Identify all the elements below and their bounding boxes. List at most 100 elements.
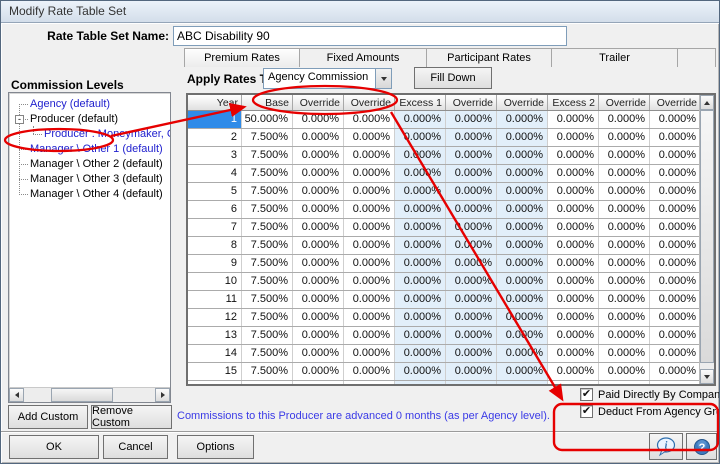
grid-cell[interactable]: 0.000% <box>599 237 650 254</box>
tree-item-manager-other-3-default[interactable]: Manager \ Other 3 (default) <box>13 172 170 187</box>
grid-cell[interactable]: 0.000% <box>497 345 548 362</box>
grid-cell[interactable]: 0.000% <box>599 147 650 164</box>
tab-trailer[interactable]: Trailer <box>552 49 678 67</box>
tab-fixed-amounts[interactable]: Fixed Amounts <box>300 49 427 67</box>
grid-cell[interactable]: 0.000% <box>650 363 699 380</box>
grid-cell[interactable]: 50.000% <box>242 111 293 128</box>
grid-cell[interactable]: 0.000% <box>395 219 446 236</box>
grid-cell[interactable]: 0.000% <box>650 201 699 218</box>
grid-cell[interactable]: 0.000% <box>599 165 650 182</box>
grid-year-cell[interactable]: 14 <box>188 345 242 362</box>
grid-cell[interactable]: 0.000% <box>293 255 344 272</box>
grid-year-cell[interactable]: 11 <box>188 291 242 308</box>
grid-cell[interactable]: 0.000% <box>344 363 395 380</box>
grid-cell[interactable]: 0.000% <box>599 255 650 272</box>
grid-cell[interactable]: 0.000% <box>497 309 548 326</box>
grid-cell[interactable]: 0.000% <box>497 111 548 128</box>
grid-cell[interactable]: 0.000% <box>446 147 497 164</box>
grid-cell[interactable]: 7.500% <box>242 345 293 362</box>
grid-cell[interactable]: 7.500% <box>242 237 293 254</box>
grid-cell[interactable]: 0.000% <box>548 183 599 200</box>
grid-cell[interactable]: 0.000% <box>599 129 650 146</box>
help-button[interactable]: ? <box>686 433 717 460</box>
grid-cell[interactable]: 0.000% <box>650 147 699 164</box>
window-titlebar[interactable]: Modify Rate Table Set <box>1 1 719 23</box>
grid-cell[interactable]: 0.000% <box>344 183 395 200</box>
grid-cell[interactable]: 0.000% <box>548 129 599 146</box>
grid-cell[interactable]: 0.000% <box>548 327 599 344</box>
grid-cell[interactable]: 0.000% <box>599 201 650 218</box>
grid-cell[interactable]: 0.000% <box>650 309 699 326</box>
grid-cell[interactable]: 0.000% <box>293 147 344 164</box>
grid-cell[interactable]: 0.000% <box>293 201 344 218</box>
grid-cell[interactable]: 0.000% <box>395 165 446 182</box>
grid-cell[interactable]: 0.000% <box>446 381 497 384</box>
grid-cell[interactable]: 0.000% <box>599 309 650 326</box>
grid-cell[interactable]: 0.000% <box>650 255 699 272</box>
grid-cell[interactable]: 0.000% <box>650 327 699 344</box>
grid-cell[interactable]: 0.000% <box>599 291 650 308</box>
grid-cell[interactable]: 0.000% <box>497 129 548 146</box>
grid-cell[interactable]: 0.000% <box>344 309 395 326</box>
grid-year-cell[interactable]: 3 <box>188 147 242 164</box>
grid-cell[interactable]: 7.500% <box>242 219 293 236</box>
grid-year-cell[interactable]: 4 <box>188 165 242 182</box>
grid-cell[interactable]: 0.000% <box>497 201 548 218</box>
grid-cell[interactable]: 0.000% <box>293 327 344 344</box>
grid-cell[interactable]: 0.000% <box>548 291 599 308</box>
grid-cell[interactable]: 0.000% <box>344 291 395 308</box>
grid-cell[interactable]: 0.000% <box>395 201 446 218</box>
grid-cell[interactable]: 0.000% <box>446 237 497 254</box>
grid-cell[interactable]: 0.000% <box>497 165 548 182</box>
grid-cell[interactable]: 0.000% <box>395 237 446 254</box>
dropdown-button[interactable] <box>375 69 391 88</box>
grid-cell[interactable]: 7.500% <box>242 327 293 344</box>
grid-cell[interactable]: 0.000% <box>395 291 446 308</box>
scroll-up-button[interactable] <box>700 95 714 110</box>
cancel-button[interactable]: Cancel <box>103 435 168 459</box>
grid-year-cell[interactable]: 15 <box>188 363 242 380</box>
collapse-icon[interactable]: - <box>15 115 24 124</box>
grid-cell[interactable]: 0.000% <box>344 165 395 182</box>
grid-cell[interactable]: 0.000% <box>446 219 497 236</box>
grid-year-cell[interactable]: 12 <box>188 309 242 326</box>
grid-cell[interactable]: 0.000% <box>548 309 599 326</box>
grid-cell[interactable]: 0.000% <box>548 165 599 182</box>
info-button[interactable]: i <box>649 433 683 460</box>
grid-cell[interactable]: 0.000% <box>548 345 599 362</box>
grid-cell[interactable]: 0.000% <box>293 291 344 308</box>
grid-cell[interactable]: 0.000% <box>548 219 599 236</box>
scroll-down-button[interactable] <box>700 369 714 384</box>
grid-cell[interactable]: 7.500% <box>242 183 293 200</box>
grid-year-cell[interactable]: 10 <box>188 273 242 290</box>
grid-cell[interactable]: 0.000% <box>650 111 699 128</box>
grid-cell[interactable]: 0.000% <box>548 273 599 290</box>
grid-cell[interactable]: 0.000% <box>446 291 497 308</box>
grid-cell[interactable]: 0.000% <box>446 255 497 272</box>
grid-year-cell[interactable]: 13 <box>188 327 242 344</box>
grid-cell[interactable]: 0.000% <box>599 345 650 362</box>
scroll-right-button[interactable] <box>155 388 170 402</box>
tree-item-manager-other-2-default[interactable]: Manager \ Other 2 (default) <box>13 157 170 172</box>
grid-cell[interactable]: 0.000% <box>446 201 497 218</box>
grid-year-cell[interactable]: 9 <box>188 255 242 272</box>
grid-cell[interactable]: 0.000% <box>293 381 344 384</box>
grid-cell[interactable]: 7.500% <box>242 165 293 182</box>
grid-cell[interactable]: 0.000% <box>599 273 650 290</box>
grid-cell[interactable]: 0.000% <box>548 111 599 128</box>
grid-cell[interactable]: 7.500% <box>242 129 293 146</box>
grid-cell[interactable]: 0.000% <box>497 183 548 200</box>
grid-cell[interactable]: 0.000% <box>497 147 548 164</box>
grid-cell[interactable]: 0.000% <box>395 147 446 164</box>
grid-cell[interactable]: 0.000% <box>344 327 395 344</box>
tree-item-producer-default[interactable]: - Producer (default) <box>13 112 170 127</box>
grid-cell[interactable]: 0.000% <box>293 273 344 290</box>
grid-cell[interactable]: 0.000% <box>344 201 395 218</box>
grid-cell[interactable]: 0.000% <box>344 129 395 146</box>
tab-participant-rates[interactable]: Participant Rates <box>427 49 552 67</box>
ok-button[interactable]: OK <box>9 435 99 459</box>
add-custom-button[interactable]: Add Custom <box>8 405 88 429</box>
grid-cell[interactable]: 7.500% <box>242 291 293 308</box>
grid-cell[interactable]: 7.500% <box>242 201 293 218</box>
grid-cell[interactable]: 0.000% <box>344 381 395 384</box>
